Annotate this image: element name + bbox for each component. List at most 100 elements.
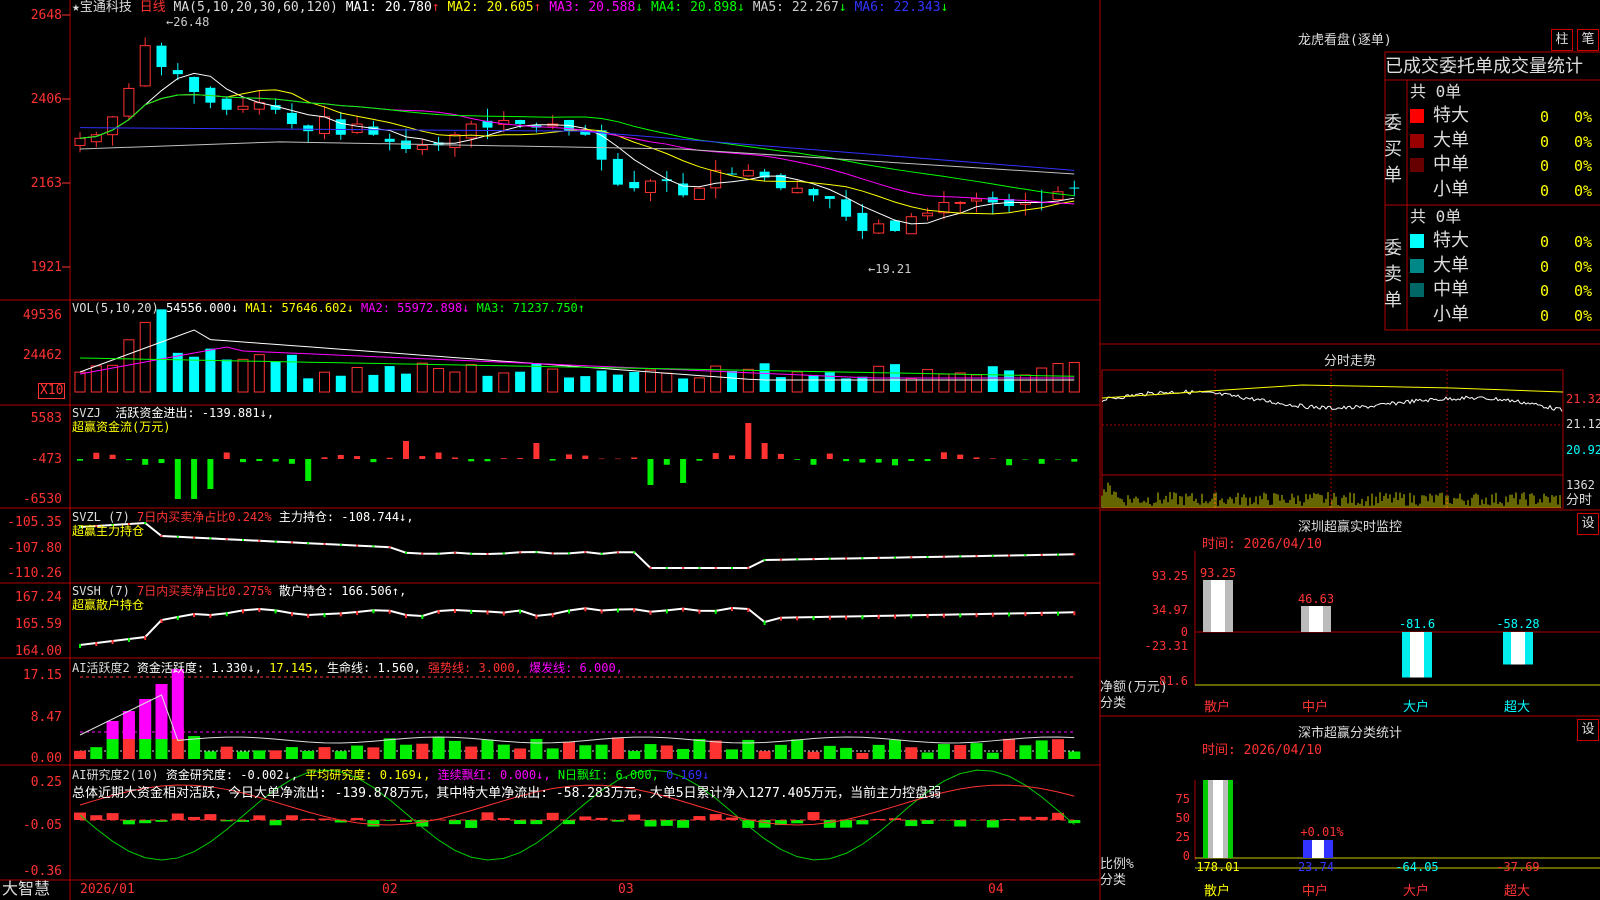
volume-bar-down	[564, 377, 574, 392]
ai-research-tick: -0.05	[22, 818, 62, 833]
flow-bar	[500, 458, 507, 459]
position-dot	[1040, 553, 1043, 556]
research-bar	[628, 814, 641, 820]
flow-bar	[256, 459, 263, 462]
volume-bar-down	[515, 371, 526, 392]
position-dot	[437, 609, 440, 614]
stock-name[interactable]: ★宝通科技	[72, 0, 132, 15]
research-bar	[905, 820, 918, 827]
candle-down	[221, 98, 232, 110]
vol-ma1: MA1: 57646.602↓	[245, 301, 354, 315]
activity-bar	[514, 748, 527, 759]
volume-bar-down	[368, 374, 379, 392]
monitor-bar-highlight	[1211, 580, 1225, 632]
sz-class-time: 时间: 2026/04/10	[1202, 743, 1322, 758]
sz-class-title: 深市超赢分类统计	[1297, 726, 1402, 741]
color-swatch	[1410, 234, 1424, 248]
flow-bar	[142, 459, 149, 465]
position-dot	[1008, 612, 1011, 617]
activity-bar	[595, 744, 608, 759]
candle-up	[873, 223, 885, 234]
ai-research-v3: 连续飘红: 0.000↓,	[437, 768, 551, 782]
row-value: 0	[1540, 282, 1550, 300]
class-category-label: 中户	[1302, 883, 1328, 899]
chart-canvas[interactable]: 93.2534.970-23.31-81.693.25散户46.63中户-81.…	[0, 0, 1600, 900]
sz-class-settings-button[interactable]: 设	[1577, 719, 1599, 741]
price-tick: 2648	[30, 8, 62, 23]
activity-bar	[448, 740, 461, 759]
research-bar	[840, 820, 853, 828]
candle-up	[90, 134, 102, 143]
activity-bar	[611, 737, 624, 759]
research-bar	[122, 820, 135, 825]
ma4-label: MA4: 20.898↓	[650, 0, 745, 15]
volume-bar-up	[465, 364, 477, 393]
period-label[interactable]: 日线	[140, 0, 166, 15]
position-dot	[274, 540, 277, 543]
ai-active-title: AI活跃度2	[72, 661, 130, 675]
position-dot	[535, 614, 538, 619]
candle-down	[857, 212, 868, 231]
candle-up	[139, 45, 151, 87]
volume-bar-down	[857, 376, 868, 392]
activity-bar	[90, 747, 103, 759]
position-dot	[877, 556, 880, 559]
candle-up	[791, 187, 803, 194]
x-tick: 04	[988, 882, 1004, 897]
row-value: 0	[1540, 182, 1550, 200]
candle-up	[971, 198, 982, 202]
volume-bar-down	[775, 377, 786, 392]
position-dot	[779, 616, 782, 621]
monitor-y-tick: -23.31	[1145, 639, 1188, 653]
intraday-tick: 21.32	[1566, 392, 1600, 406]
row-value: 0	[1540, 258, 1550, 276]
activity-bar	[905, 747, 918, 759]
class-y-tick: 25	[1176, 830, 1190, 844]
price-tick: 2163	[30, 176, 62, 191]
sz-class-ylabel: 比例%	[1100, 857, 1134, 872]
volume-bar-up	[922, 369, 934, 393]
bar-mode-button[interactable]: 柱	[1551, 29, 1573, 51]
tick-mode-button[interactable]: 笔	[1577, 29, 1599, 51]
high-marker: ←26.48	[166, 15, 210, 29]
sz-monitor-settings-button[interactable]: 设	[1577, 513, 1599, 535]
flow-bar	[892, 459, 898, 466]
position-dot	[942, 555, 945, 558]
flow-bar	[875, 459, 882, 463]
activity-bar	[285, 747, 298, 759]
position-dot	[176, 616, 179, 620]
flow-bar	[777, 453, 784, 459]
candle-down	[401, 140, 411, 149]
flow-bar	[957, 454, 964, 459]
candle-up	[645, 180, 656, 193]
candle-up	[1052, 191, 1064, 201]
position-dot	[649, 610, 652, 615]
activity-bar	[970, 743, 983, 759]
candle-up	[123, 87, 135, 117]
flow-bar	[582, 455, 589, 459]
volume-bar-up	[873, 365, 885, 393]
volume-bar-up	[90, 365, 102, 393]
candle-down	[189, 77, 200, 92]
position-dot	[388, 609, 391, 614]
position-dot	[616, 551, 619, 554]
activity-bar	[726, 749, 738, 759]
svzl-sub: 超赢主力持仓	[72, 524, 145, 538]
position-dot	[845, 615, 848, 620]
research-bar	[660, 820, 673, 826]
candle-up	[416, 144, 428, 151]
order-tabs[interactable]: 已成交委托单成交量统计	[1385, 57, 1583, 77]
color-swatch	[1410, 134, 1424, 148]
flow-bar	[533, 443, 540, 459]
monitor-category-label: 中户	[1302, 699, 1328, 715]
activity-bar	[628, 751, 641, 759]
flow-bar	[761, 443, 768, 459]
volume-bar-up	[74, 371, 86, 393]
research-bar	[204, 814, 217, 820]
position-dot	[1057, 611, 1059, 616]
intraday-title: 分时走势	[1323, 354, 1376, 369]
ma6-line	[79, 127, 1075, 171]
ai-research-v5: 0.169↓	[666, 768, 710, 782]
monitor-value-label: 93.25	[1200, 566, 1236, 580]
position-dot	[176, 535, 179, 538]
